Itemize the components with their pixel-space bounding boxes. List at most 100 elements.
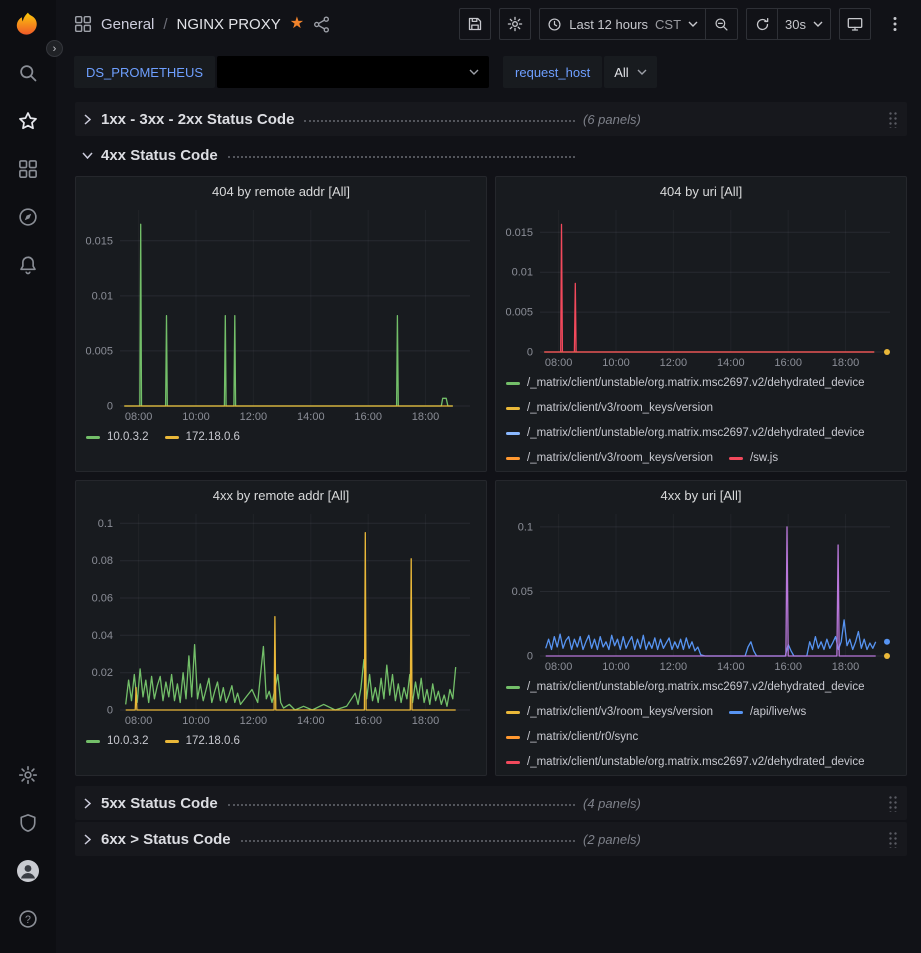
chevron-down-icon <box>81 152 93 159</box>
panel-404-by-remote-addr: 404 by remote addr [All] 08:0010:0012:00… <box>75 176 487 472</box>
starred-dashboards-icon[interactable] <box>0 97 56 145</box>
help-icon[interactable]: ? <box>0 895 56 943</box>
panel-title[interactable]: 404 by uri [All] <box>496 177 906 201</box>
svg-text:10:00: 10:00 <box>602 661 630 673</box>
legend-item[interactable]: 10.0.3.2 <box>86 733 149 750</box>
panel-4xx-by-remote-addr: 4xx by remote addr [All] 08:0010:0012:00… <box>75 480 487 776</box>
apps-grid-icon[interactable] <box>74 15 92 33</box>
time-series-chart[interactable]: 08:0010:0012:0014:0016:0018:0000.0050.01… <box>76 201 486 425</box>
clock-icon <box>547 17 562 32</box>
chevron-right-icon <box>81 114 93 125</box>
svg-text:08:00: 08:00 <box>125 715 153 727</box>
svg-text:14:00: 14:00 <box>717 661 745 673</box>
chevron-down-icon <box>637 69 647 75</box>
breadcrumb-section[interactable]: General <box>101 16 154 33</box>
svg-text:0.02: 0.02 <box>92 667 113 679</box>
time-range-label: Last 12 hours <box>569 17 648 32</box>
datasource-variable-dropdown[interactable] <box>217 56 489 88</box>
legend-swatch <box>506 686 520 689</box>
refresh-interval-label: 30s <box>785 17 806 32</box>
save-dashboard-button[interactable] <box>459 8 491 40</box>
favorite-star-icon[interactable]: ★ <box>290 16 304 32</box>
more-menu-button[interactable] <box>879 8 911 40</box>
panel-title[interactable]: 4xx by remote addr [All] <box>76 481 486 505</box>
request-host-variable: request_host All <box>503 56 657 88</box>
svg-text:10:00: 10:00 <box>182 411 210 423</box>
row-dotted-filler <box>228 156 575 158</box>
admin-shield-icon[interactable] <box>0 799 56 847</box>
request-host-variable-dropdown[interactable]: All <box>604 56 656 88</box>
variables-bar: DS_PROMETHEUS request_host All <box>56 48 921 94</box>
row-header-6xx[interactable]: 6xx > Status Code (2 panels) <box>75 822 907 856</box>
user-avatar[interactable] <box>0 847 56 895</box>
svg-text:18:00: 18:00 <box>412 411 440 423</box>
svg-text:0: 0 <box>527 347 533 359</box>
panels-grid: 404 by remote addr [All] 08:0010:0012:00… <box>75 176 907 776</box>
svg-text:18:00: 18:00 <box>832 661 860 673</box>
dashboard-toolbar: General / NGINX PROXY ★ <box>56 0 921 48</box>
legend-item[interactable]: /_matrix/client/unstable/org.matrix.msc2… <box>506 754 865 769</box>
svg-text:08:00: 08:00 <box>545 661 573 673</box>
kiosk-mode-button[interactable] <box>839 8 871 40</box>
legend-item[interactable]: /_matrix/client/v3/room_keys/version <box>506 704 713 721</box>
chevron-down-icon <box>469 69 479 75</box>
row-drag-handle-icon[interactable] <box>888 795 899 812</box>
panel-title[interactable]: 4xx by uri [All] <box>496 481 906 505</box>
search-icon[interactable] <box>0 49 56 97</box>
chevron-down-icon <box>813 21 823 27</box>
share-icon[interactable] <box>313 16 330 33</box>
dashboard-settings-button[interactable] <box>499 8 531 40</box>
legend-item[interactable]: 10.0.3.2 <box>86 429 149 446</box>
zoom-out-button[interactable] <box>706 8 738 40</box>
svg-text:12:00: 12:00 <box>660 357 688 369</box>
svg-text:12:00: 12:00 <box>240 715 268 727</box>
datasource-variable-label[interactable]: DS_PROMETHEUS <box>74 56 215 88</box>
legend-item[interactable]: /_matrix/client/unstable/org.matrix.msc2… <box>506 375 865 392</box>
panel-title[interactable]: 404 by remote addr [All] <box>76 177 486 201</box>
settings-gear-icon[interactable] <box>0 751 56 799</box>
refresh-interval-dropdown[interactable]: 30s <box>778 8 831 40</box>
alerting-bell-icon[interactable] <box>0 241 56 289</box>
time-controls-group: Last 12 hours CST <box>539 8 738 40</box>
sidebar-expand-button[interactable]: › <box>46 40 63 57</box>
time-series-chart[interactable]: 08:0010:0012:0014:0016:0018:0000.020.040… <box>76 505 486 729</box>
row-drag-handle-icon[interactable] <box>888 111 899 128</box>
breadcrumb-page-title[interactable]: NGINX PROXY <box>177 16 281 33</box>
legend-swatch <box>729 711 743 714</box>
legend-item[interactable]: /api/live/ws <box>729 704 806 721</box>
row-title-group: 5xx Status Code <box>101 795 575 812</box>
row-title: 1xx - 3xx - 2xx Status Code <box>101 111 294 128</box>
row-title: 6xx > Status Code <box>101 831 231 848</box>
legend-item[interactable]: /sw.js <box>729 450 778 465</box>
request-host-variable-label[interactable]: request_host <box>503 56 602 88</box>
refresh-button[interactable] <box>746 8 778 40</box>
panel-legend: /_matrix/client/unstable/org.matrix.msc2… <box>496 675 906 769</box>
legend-item[interactable]: /_matrix/client/r0/sync <box>506 729 638 746</box>
legend-item[interactable]: 172.18.0.6 <box>165 429 240 446</box>
legend-swatch <box>86 436 100 439</box>
row-drag-handle-icon[interactable] <box>888 831 899 848</box>
legend-item[interactable]: /_matrix/client/unstable/org.matrix.msc2… <box>506 679 865 696</box>
legend-item[interactable]: /_matrix/client/v3/room_keys/version <box>506 400 713 417</box>
grafana-logo-icon[interactable] <box>13 10 43 43</box>
svg-text:0.015: 0.015 <box>505 227 533 239</box>
legend-item[interactable]: /_matrix/client/unstable/org.matrix.msc2… <box>506 425 865 442</box>
row-header-4xx[interactable]: 4xx Status Code <box>75 138 907 172</box>
time-range-picker[interactable]: Last 12 hours CST <box>539 8 706 40</box>
dashboards-icon[interactable] <box>0 145 56 193</box>
breadcrumb: General / NGINX PROXY ★ <box>74 15 330 33</box>
panel-legend: /_matrix/client/unstable/org.matrix.msc2… <box>496 371 906 465</box>
svg-text:16:00: 16:00 <box>354 715 382 727</box>
svg-text:0.1: 0.1 <box>518 521 533 533</box>
legend-item[interactable]: /_matrix/client/v3/room_keys/version <box>506 450 713 465</box>
time-series-chart[interactable]: 08:0010:0012:0014:0016:0018:0000.0050.01… <box>496 201 906 371</box>
legend-item[interactable]: 172.18.0.6 <box>165 733 240 750</box>
row-header-1xx-3xx-2xx[interactable]: 1xx - 3xx - 2xx Status Code (6 panels) <box>75 102 907 136</box>
explore-compass-icon[interactable] <box>0 193 56 241</box>
svg-text:?: ? <box>25 914 31 926</box>
timezone-label: CST <box>655 17 681 32</box>
row-header-5xx[interactable]: 5xx Status Code (4 panels) <box>75 786 907 820</box>
legend-swatch <box>165 740 179 743</box>
chevron-down-icon <box>688 21 698 27</box>
time-series-chart[interactable]: 08:0010:0012:0014:0016:0018:0000.050.1 <box>496 505 906 675</box>
